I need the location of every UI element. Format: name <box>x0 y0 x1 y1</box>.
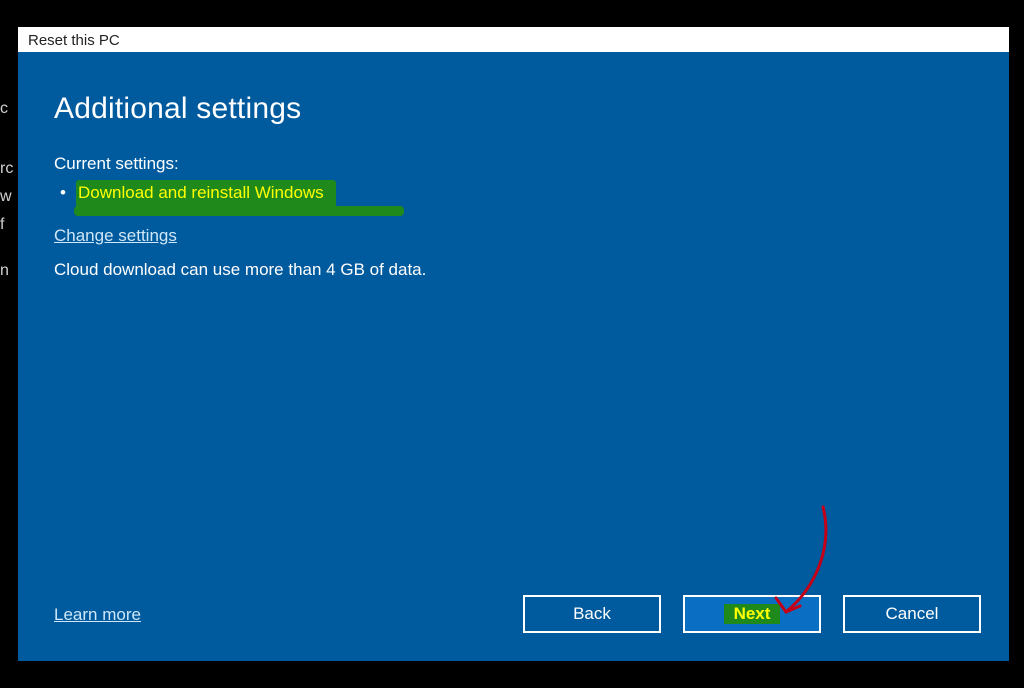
dialog-content: Additional settings Current settings: Do… <box>18 52 1009 661</box>
learn-more-link[interactable]: Learn more <box>54 605 141 625</box>
change-settings-link[interactable]: Change settings <box>54 226 177 246</box>
dialog-heading: Additional settings <box>54 92 973 126</box>
bg-frag-c: w <box>0 188 12 206</box>
bg-frag-d: f <box>0 216 4 234</box>
back-button[interactable]: Back <box>523 595 661 633</box>
current-settings-label: Current settings: <box>54 154 973 174</box>
dialog-button-row: Back Next Cancel <box>523 595 981 633</box>
cancel-button-label: Cancel <box>886 604 939 624</box>
reset-pc-dialog: Reset this PC Additional settings Curren… <box>18 27 1009 661</box>
current-settings-list: Download and reinstall Windows <box>54 180 973 208</box>
bg-frag-e: n <box>0 262 9 280</box>
setting-item: Download and reinstall Windows <box>54 180 973 208</box>
background-text-fragments: c rc w f n <box>0 0 20 688</box>
next-button-label: Next <box>724 604 781 624</box>
bg-frag-b: rc <box>0 160 13 178</box>
setting-item-text: Download and reinstall Windows <box>76 180 336 208</box>
cancel-button[interactable]: Cancel <box>843 595 981 633</box>
dialog-title: Reset this PC <box>28 32 120 49</box>
back-button-label: Back <box>573 604 611 624</box>
dialog-titlebar: Reset this PC <box>18 27 1009 52</box>
bg-frag-a: c <box>0 100 8 118</box>
cloud-download-info: Cloud download can use more than 4 GB of… <box>54 260 973 280</box>
next-button[interactable]: Next <box>683 595 821 633</box>
